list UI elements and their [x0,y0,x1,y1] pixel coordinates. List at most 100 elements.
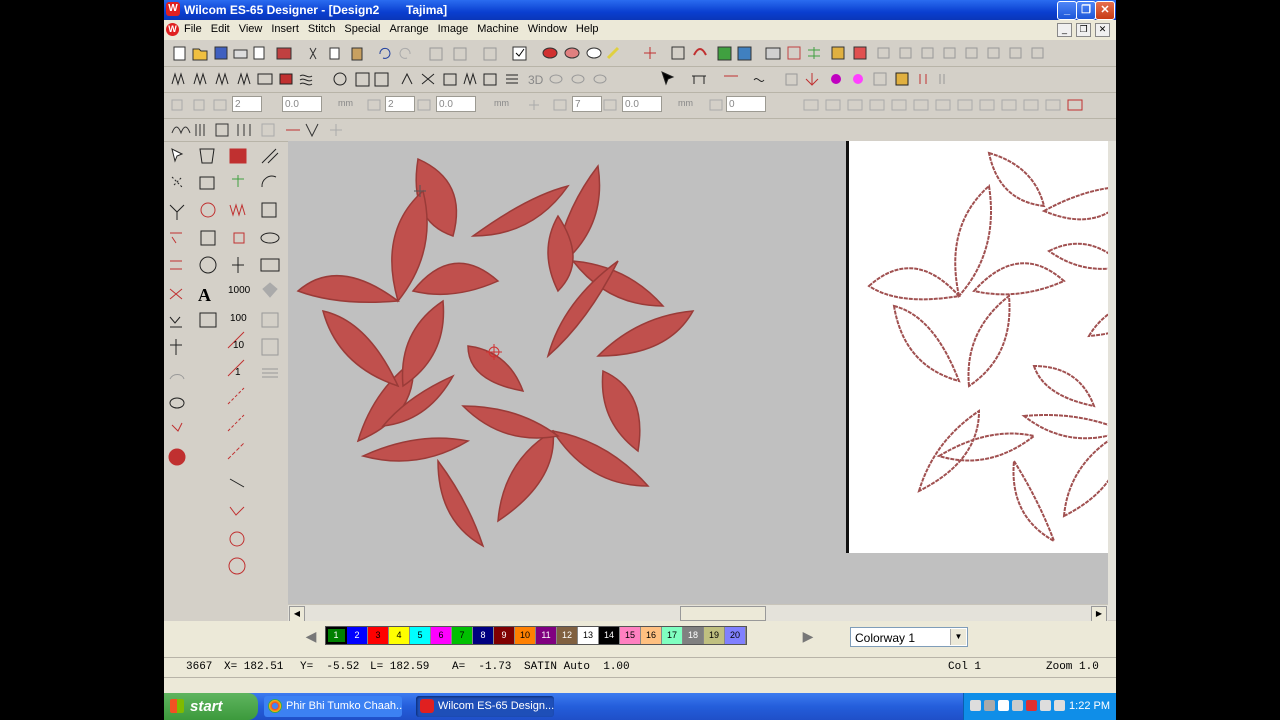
current-color: Col 1 [948,661,982,673]
color-swatch[interactable]: 10 [515,627,536,644]
scroll-thumb[interactable] [680,606,766,621]
mdi-minimize-icon[interactable]: _ [1057,23,1072,37]
menu-view[interactable]: View [239,23,263,35]
color-swatch[interactable]: 13 [578,627,599,644]
petal [401,299,445,388]
standard-toolbar [164,40,1116,67]
stem-icon [227,442,245,460]
tray-icon-7[interactable] [1054,700,1065,711]
task-chrome[interactable]: Phir Bhi Tumko Chaah... [264,696,402,717]
scroll-left-icon[interactable]: ◀ [289,606,305,622]
save-icon [214,46,228,60]
show-bitmap-icon [305,123,319,138]
spin-input-7[interactable]: 0 [726,96,766,112]
length-icon [213,99,227,111]
document-icon[interactable]: W [166,23,179,36]
color-swatch[interactable]: 3 [368,627,389,644]
menu-machine[interactable]: Machine [477,23,519,35]
menu-file[interactable]: File [184,23,202,35]
color-swatch[interactable]: 4 [389,627,410,644]
scroll-right-icon[interactable]: ▶ [1091,606,1107,622]
tray-icon-5[interactable] [1026,700,1037,711]
chevron-down-icon[interactable]: ▼ [950,629,966,645]
color-swatch[interactable]: 16 [641,627,662,644]
colorway-select[interactable]: Colorway 1 ▼ [850,627,968,647]
color-swatch[interactable]: 19 [704,627,725,644]
horizontal-scrollbar[interactable]: ◀ ▶ [288,604,1108,622]
wilcom-app-icon[interactable]: W [166,2,180,16]
lettering-icon-2 [825,99,841,111]
menu-window[interactable]: Window [528,23,567,35]
spin-input-3[interactable]: 2 [385,96,415,112]
color-swatch[interactable]: 20 [725,627,746,644]
pull-comp-icon [603,99,617,111]
color-swatch[interactable]: 1 [326,627,347,644]
mdi-restore-icon[interactable]: ❐ [1076,23,1091,37]
sculpture-icon [443,73,457,86]
color-swatch[interactable]: 2 [347,627,368,644]
show-vector-icon [330,124,342,136]
spin-input-5[interactable]: 7 [572,96,602,112]
petal [411,262,500,296]
taskbar: start Phir Bhi Tumko Chaah... Wilcom ES-… [164,693,1116,720]
mdi-close-icon[interactable]: ✕ [1095,23,1110,37]
backward-icon [943,47,956,59]
lettering-icon-4 [869,99,885,111]
tray-icon-3[interactable] [998,700,1009,711]
volume-icon[interactable] [1040,700,1051,711]
close-button[interactable]: ✕ [1095,1,1115,20]
menu-image[interactable]: Image [438,23,469,35]
forward-icon [921,47,934,59]
move-icon [529,100,539,110]
spin-input-6[interactable]: 0.0 [622,96,662,112]
start-button[interactable]: start [164,693,258,720]
vertical-scrollbar[interactable] [1108,141,1116,620]
windows-logo-icon [170,699,184,713]
color-swatches: 1 2 3 4 5 6 7 8 9 10 11 12 13 14 15 16 17 18 19 20 [325,626,747,645]
menu-stitch[interactable]: Stitch [308,23,336,35]
menu-insert[interactable]: Insert [271,23,299,35]
standard-toolbar-icons[interactable] [164,40,1116,66]
clock: 1:22 PM [1069,700,1110,712]
network-icon[interactable] [970,700,981,711]
palette-prev-icon[interactable]: ◀ [301,627,321,645]
view-toolbar-icons[interactable] [164,118,1116,140]
color-swatch[interactable]: 6 [431,627,452,644]
palette-next-icon[interactable]: ▶ [798,627,818,645]
design-canvas[interactable] [288,141,1116,604]
tray-icon-4[interactable] [1012,700,1023,711]
end-point-icon [853,74,863,84]
chrome-icon [268,699,282,713]
menu-edit[interactable]: Edit [211,23,230,35]
emboss-icon [549,74,563,84]
color-swatch[interactable]: 11 [536,627,557,644]
spin-input-1[interactable]: 2 [232,96,262,112]
spin-input-4[interactable]: 0.0 [436,96,476,112]
lock-icon [483,47,497,61]
menu-help[interactable]: Help [576,23,599,35]
toolbox-icons[interactable]: A 1000 100 10 1 [164,141,288,581]
color-swatch[interactable]: 7 [452,627,473,644]
color-swatch[interactable]: 8 [473,627,494,644]
close-icon: ✕ [1100,4,1110,16]
colorway-value: Colorway 1 [855,631,916,645]
color-swatch[interactable]: 12 [557,627,578,644]
color-swatch[interactable]: 14 [599,627,620,644]
stitch-toolbar-icons[interactable]: 3D [164,66,1116,92]
group-icon [429,47,443,61]
restore-button[interactable]: ❐ [1076,1,1096,20]
color-swatch[interactable]: 15 [620,627,641,644]
menu-special[interactable]: Special [344,23,380,35]
spin-input-2[interactable]: 0.0 [282,96,322,112]
tray-icon-2[interactable] [984,700,995,711]
petal [467,345,525,392]
color-swatch[interactable]: 18 [683,627,704,644]
menu-arrange[interactable]: Arrange [389,23,428,35]
task-wilcom[interactable]: Wilcom ES-65 Design... [416,696,554,717]
color-swatch[interactable]: 17 [662,627,683,644]
binoculars-icon [261,312,279,328]
color-swatch[interactable]: 5 [410,627,431,644]
minimize-button[interactable]: _ [1057,1,1077,20]
new-icon [173,46,186,61]
color-swatch[interactable]: 9 [494,627,515,644]
